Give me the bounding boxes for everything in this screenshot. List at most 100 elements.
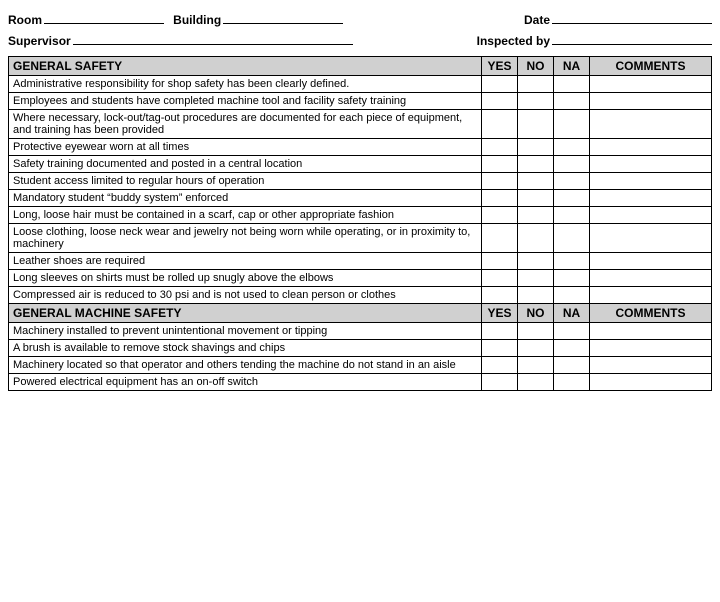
yes-cell[interactable]: [482, 253, 518, 270]
na-cell[interactable]: [554, 110, 590, 139]
item-text: Long sleeves on shirts must be rolled up…: [9, 270, 482, 287]
na-cell[interactable]: [554, 190, 590, 207]
room-field: Room Building: [8, 10, 343, 27]
table-row: Powered electrical equipment has an on-o…: [9, 374, 712, 391]
na-cell[interactable]: [554, 173, 590, 190]
no-cell[interactable]: [518, 253, 554, 270]
item-text: Machinery installed to prevent unintenti…: [9, 323, 482, 340]
table-row: Safety training documented and posted in…: [9, 156, 712, 173]
comments-cell[interactable]: [590, 110, 712, 139]
building-label: Building: [173, 13, 221, 27]
comments-cell[interactable]: [590, 270, 712, 287]
table-row: Machinery installed to prevent unintenti…: [9, 323, 712, 340]
item-text: Leather shoes are required: [9, 253, 482, 270]
comments-cell[interactable]: [590, 139, 712, 156]
no-cell[interactable]: [518, 224, 554, 253]
yes-cell[interactable]: [482, 190, 518, 207]
comments-cell[interactable]: [590, 190, 712, 207]
section-header-0: GENERAL SAFETYYESNONACOMMENTS: [9, 57, 712, 76]
comments-cell[interactable]: [590, 340, 712, 357]
na-cell[interactable]: [554, 287, 590, 304]
yes-cell[interactable]: [482, 374, 518, 391]
inspected-by-value[interactable]: [552, 31, 712, 45]
no-cell[interactable]: [518, 374, 554, 391]
yes-cell[interactable]: [482, 173, 518, 190]
item-text: Administrative responsibility for shop s…: [9, 76, 482, 93]
no-cell[interactable]: [518, 357, 554, 374]
na-cell[interactable]: [554, 93, 590, 110]
comments-cell[interactable]: [590, 173, 712, 190]
comments-cell[interactable]: [590, 207, 712, 224]
item-text: Protective eyewear worn at all times: [9, 139, 482, 156]
date-label: Date: [524, 13, 550, 27]
no-cell[interactable]: [518, 76, 554, 93]
yes-cell[interactable]: [482, 340, 518, 357]
na-cell[interactable]: [554, 374, 590, 391]
supervisor-label: Supervisor: [8, 34, 71, 48]
item-text: Powered electrical equipment has an on-o…: [9, 374, 482, 391]
na-cell[interactable]: [554, 253, 590, 270]
comments-cell[interactable]: [590, 76, 712, 93]
no-cell[interactable]: [518, 110, 554, 139]
na-cell[interactable]: [554, 323, 590, 340]
yes-cell[interactable]: [482, 323, 518, 340]
header-section: Room Building Date Supervisor Inspected …: [8, 10, 712, 48]
na-cell[interactable]: [554, 156, 590, 173]
no-cell[interactable]: [518, 139, 554, 156]
na-cell[interactable]: [554, 357, 590, 374]
comments-cell[interactable]: [590, 357, 712, 374]
no-cell[interactable]: [518, 173, 554, 190]
table-row: Leather shoes are required: [9, 253, 712, 270]
item-text: Safety training documented and posted in…: [9, 156, 482, 173]
supervisor-value[interactable]: [73, 31, 353, 45]
section-title-1: GENERAL MACHINE SAFETY: [9, 304, 482, 323]
yes-cell[interactable]: [482, 270, 518, 287]
na-cell[interactable]: [554, 340, 590, 357]
no-cell[interactable]: [518, 287, 554, 304]
item-text: Student access limited to regular hours …: [9, 173, 482, 190]
item-text: Mandatory student “buddy system” enforce…: [9, 190, 482, 207]
table-row: Protective eyewear worn at all times: [9, 139, 712, 156]
section-header-1: GENERAL MACHINE SAFETYYESNONACOMMENTS: [9, 304, 712, 323]
no-cell[interactable]: [518, 156, 554, 173]
yes-cell[interactable]: [482, 139, 518, 156]
room-value[interactable]: [44, 10, 164, 24]
room-label: Room: [8, 13, 42, 27]
col-na-header-1: NA: [554, 304, 590, 323]
yes-cell[interactable]: [482, 287, 518, 304]
comments-cell[interactable]: [590, 253, 712, 270]
no-cell[interactable]: [518, 190, 554, 207]
date-value[interactable]: [552, 10, 712, 24]
item-text: Machinery located so that operator and o…: [9, 357, 482, 374]
comments-cell[interactable]: [590, 93, 712, 110]
comments-cell[interactable]: [590, 224, 712, 253]
na-cell[interactable]: [554, 224, 590, 253]
comments-cell[interactable]: [590, 156, 712, 173]
yes-cell[interactable]: [482, 357, 518, 374]
comments-cell[interactable]: [590, 287, 712, 304]
na-cell[interactable]: [554, 207, 590, 224]
comments-cell[interactable]: [590, 323, 712, 340]
no-cell[interactable]: [518, 270, 554, 287]
yes-cell[interactable]: [482, 156, 518, 173]
yes-cell[interactable]: [482, 93, 518, 110]
yes-cell[interactable]: [482, 76, 518, 93]
col-na-header-0: NA: [554, 57, 590, 76]
no-cell[interactable]: [518, 340, 554, 357]
na-cell[interactable]: [554, 270, 590, 287]
comments-cell[interactable]: [590, 374, 712, 391]
col-yes-header-1: YES: [482, 304, 518, 323]
yes-cell[interactable]: [482, 207, 518, 224]
item-text: Long, loose hair must be contained in a …: [9, 207, 482, 224]
no-cell[interactable]: [518, 207, 554, 224]
no-cell[interactable]: [518, 93, 554, 110]
inspected-by-label: Inspected by: [477, 34, 550, 48]
yes-cell[interactable]: [482, 110, 518, 139]
col-comments-header-0: COMMENTS: [590, 57, 712, 76]
na-cell[interactable]: [554, 139, 590, 156]
no-cell[interactable]: [518, 323, 554, 340]
na-cell[interactable]: [554, 76, 590, 93]
yes-cell[interactable]: [482, 224, 518, 253]
table-row: Long, loose hair must be contained in a …: [9, 207, 712, 224]
building-value[interactable]: [223, 10, 343, 24]
